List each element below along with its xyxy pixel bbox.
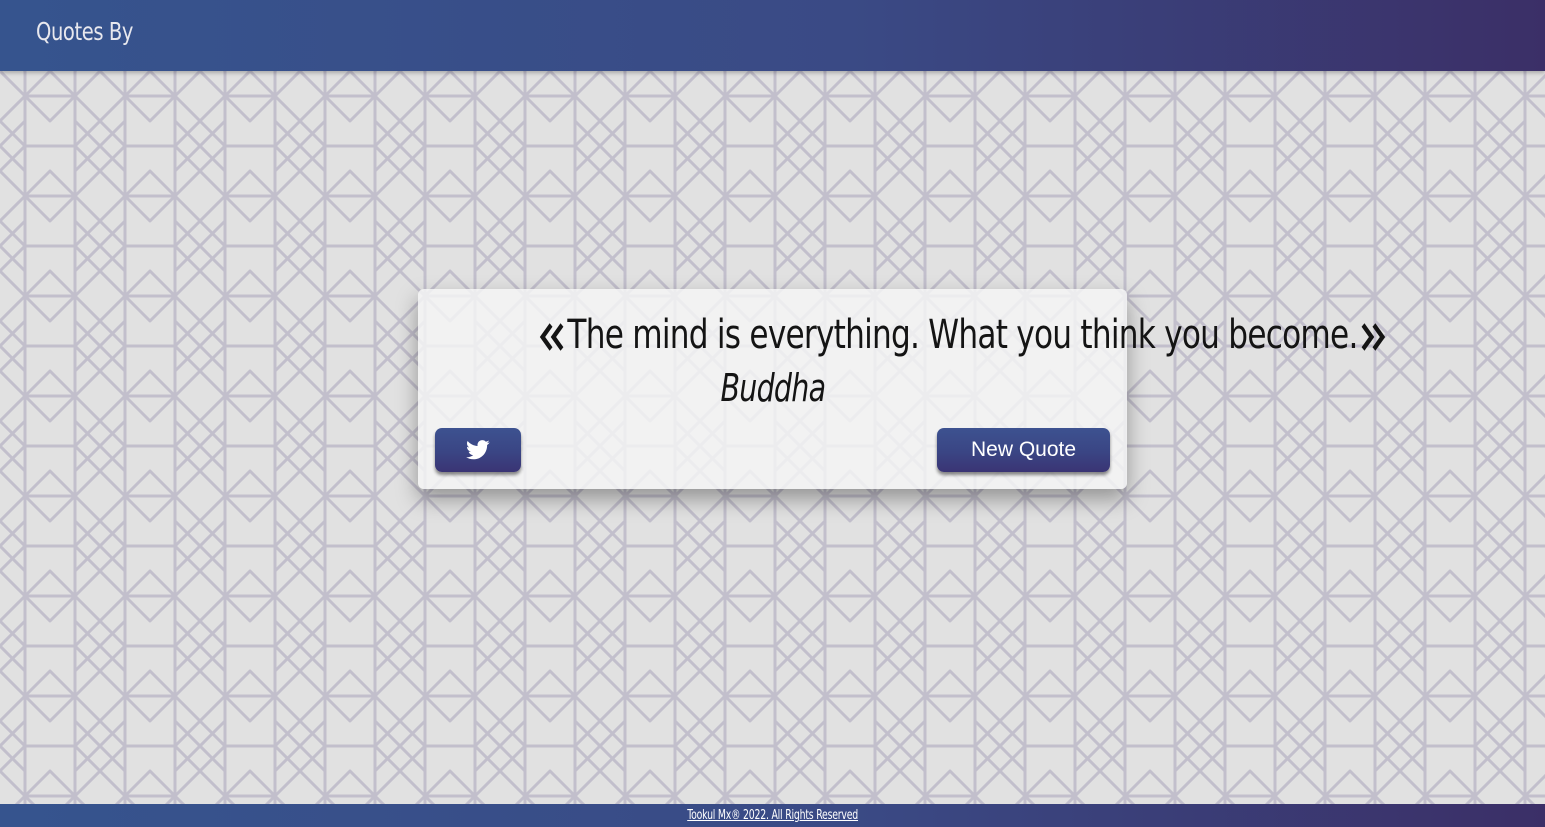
new-quote-button[interactable]: New Quote	[937, 428, 1110, 472]
brand-link[interactable]: Quotes By	[36, 17, 133, 46]
quote-card: The mind is everything. What you think y…	[418, 289, 1386, 489]
quote-line: The mind is everything. What you think y…	[418, 309, 1386, 361]
author-name: Buddha	[720, 366, 826, 410]
footer: Tookul Mx® 2022. All Rights Reserved	[0, 804, 1545, 827]
double-chevron-left-icon	[538, 318, 568, 356]
footer-copyright-link[interactable]: Tookul Mx® 2022. All Rights Reserved	[687, 804, 858, 827]
top-navbar: Quotes By	[0, 0, 1545, 71]
quote-text: The mind is everything. What you think y…	[567, 312, 1358, 358]
twitter-icon	[466, 439, 490, 461]
double-chevron-right-icon	[1358, 318, 1388, 356]
quote-author: Buddha	[418, 365, 1127, 411]
tweet-button[interactable]	[435, 428, 521, 472]
